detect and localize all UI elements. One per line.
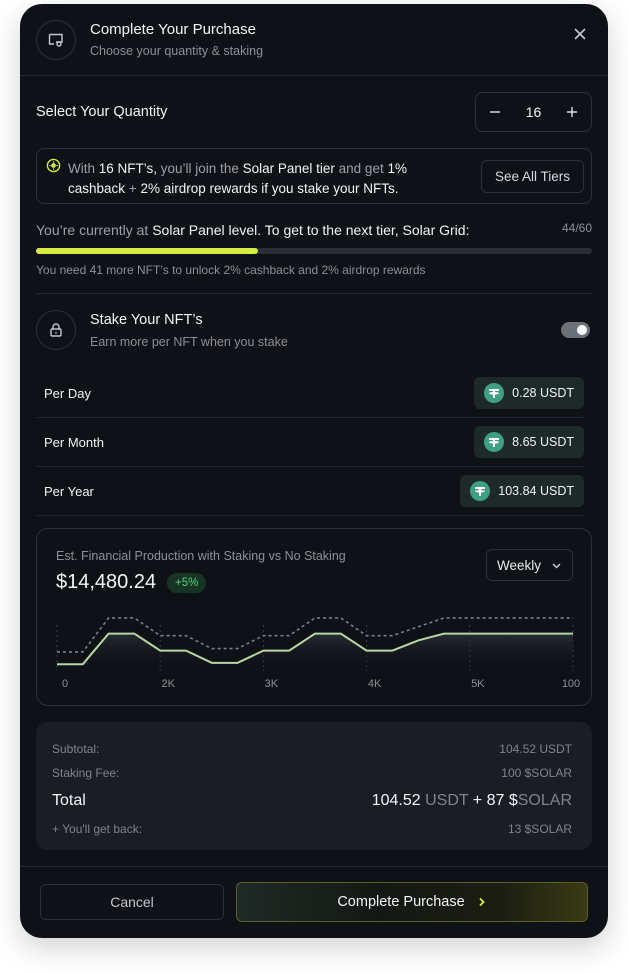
cancel-button[interactable]: Cancel [40,884,224,920]
modal-title: Complete Your Purchase [90,21,256,38]
section-divider [36,293,592,294]
subtotal-value: 104.52 USDT [499,742,572,756]
tier-info-text: With 16 NFT’s, you’ll join the Solar Pan… [68,161,407,196]
chart-tick-label: 2K [161,678,175,690]
earnings-list: Per Day 0.28 USDT Per Month 8.65 USDT Pe… [36,369,584,516]
period-select[interactable]: Weekly [486,549,573,581]
toggle-knob [577,325,587,335]
increment-button[interactable] [553,92,591,132]
tier-progress-fill [36,248,259,254]
earnings-value: 103.84 USDT [498,484,574,498]
tier-info-box: With 16 NFT’s, you’ll join the Solar Pan… [36,148,592,204]
cart-settings-icon [36,20,76,60]
tether-icon [484,383,505,403]
purchase-modal: Complete Your Purchase Choose your quant… [20,4,608,938]
minus-icon [490,111,500,113]
close-icon [574,28,586,40]
chart-tick-label: 3K [265,678,279,690]
stake-toggle[interactable] [561,322,590,338]
total-label: Total [52,792,86,809]
tier-level-text: You’re currently at Solar Panel level. T… [36,222,470,238]
complete-purchase-button[interactable]: Complete Purchase [236,882,588,922]
complete-purchase-label: Complete Purchase [337,894,465,910]
tier-progress-bar [36,248,592,254]
chart-tick-label: 5K [471,678,485,690]
earnings-label: Per Month [44,435,104,450]
production-chart-card: 0 2K 3K 4K 5K 100 Est. Financial Production w… [36,528,592,706]
tether-icon [470,481,491,501]
chevron-right-icon [479,897,485,907]
close-button[interactable] [568,22,592,46]
footer-divider [20,866,608,867]
modal-header: Complete Your Purchase Choose your quant… [20,4,608,76]
chart-tick-label: 4K [368,678,382,690]
tether-icon [484,432,505,452]
earnings-value-pill: 0.28 USDT [474,377,584,409]
subtotal-label: Subtotal: [52,742,100,756]
chart-tick-label: 100 [562,678,580,690]
chart-tick-label: 0 [62,678,68,690]
earnings-value-pill: 8.65 USDT [474,426,584,458]
chart-area [57,633,573,671]
staking-fee-value: 100 $SOLAR [501,766,572,780]
chart-title: Est. Financial Production with Staking v… [56,549,346,563]
get-back-value: 13 $SOLAR [507,822,572,836]
quantity-stepper: 16 [475,92,592,132]
stake-subtitle: Earn more per NFT when you stake [90,335,288,349]
chevron-down-icon [552,563,561,569]
lock-icon [36,310,76,350]
see-all-tiers-button[interactable]: See All Tiers [481,160,584,193]
stake-title: Stake Your NFT’s [90,312,203,328]
quantity-value[interactable]: 16 [514,104,553,120]
period-value: Weekly [497,557,542,573]
earnings-value-pill: 103.84 USDT [460,475,584,507]
earnings-label: Per Day [44,386,91,401]
decrement-button[interactable] [476,92,514,132]
quantity-label: Select Your Quantity [36,104,168,120]
chart-amount: $14,480.24 [56,571,157,593]
modal-subtitle: Choose your quantity & staking [90,44,264,58]
earnings-value: 8.65 USDT [512,435,574,449]
tier-progress-count: 44/60 [561,221,592,235]
earnings-label: Per Year [44,484,94,499]
plus-icon [567,107,577,117]
get-back-label: + You'll get back: [52,822,143,836]
order-summary: Subtotal: 104.52 USDT Staking Fee: 100 $… [36,722,592,850]
staking-fee-label: Staking Fee: [52,766,120,780]
earnings-value: 0.28 USDT [512,386,574,400]
earnings-row-year: Per Year 103.84 USDT [36,467,584,516]
earnings-row-day: Per Day 0.28 USDT [36,369,584,418]
earnings-row-month: Per Month 8.65 USDT [36,418,584,467]
tier-unlock-note: You need 41 more NFT’s to unlock 2% cash… [36,263,426,277]
growth-badge: +5% [167,573,207,593]
total-value: 104.52 USDT + 87 $SOLAR [371,792,572,809]
sun-icon [46,158,61,178]
